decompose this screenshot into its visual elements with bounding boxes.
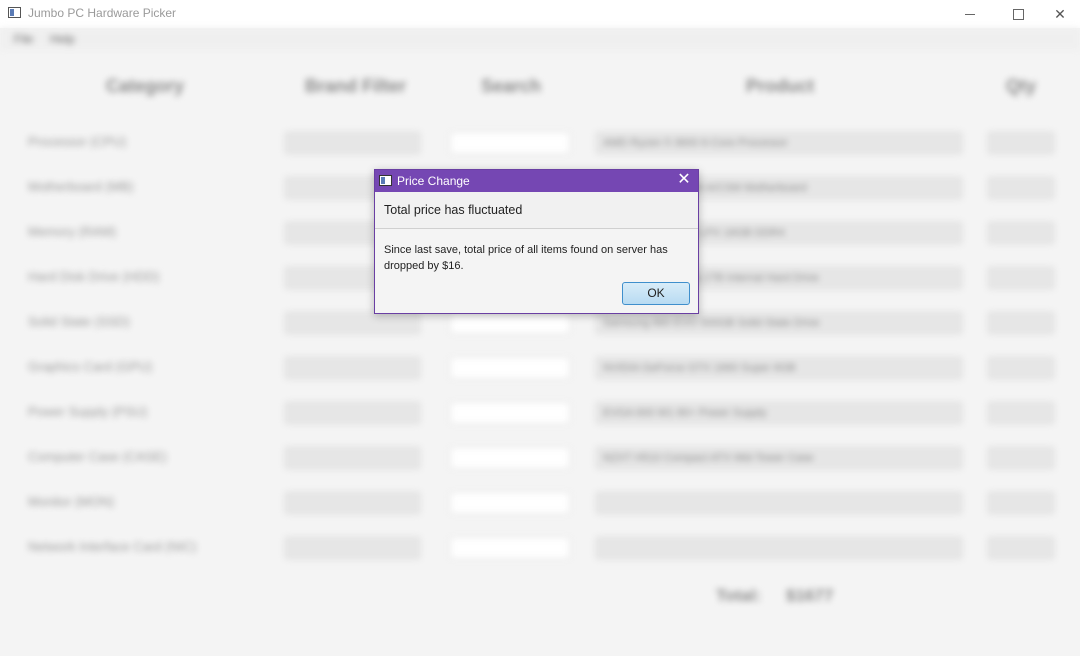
column-header-qty: Qty: [1006, 76, 1037, 96]
brand-filter-dropdown[interactable]: [285, 447, 420, 469]
column-header-category: Category: [106, 76, 185, 96]
brand-filter-dropdown[interactable]: [285, 357, 420, 379]
app-icon: [8, 7, 21, 18]
minimize-icon: [965, 13, 975, 15]
dialog-header-text: Total price has fluctuated: [384, 203, 523, 217]
product-dropdown[interactable]: AMD Ryzen 5 3600 6-Core Processor: [596, 132, 962, 154]
close-window-button[interactable]: ✕: [1038, 0, 1080, 28]
quantity-dropdown[interactable]: [988, 312, 1054, 334]
category-label: Power Supply (PSU): [28, 404, 148, 419]
minimize-button[interactable]: [948, 0, 992, 28]
window-title: Jumbo PC Hardware Picker: [28, 6, 177, 20]
search-input[interactable]: [450, 402, 570, 424]
menu-bar: File Help: [0, 28, 1080, 50]
component-row: Monitor (MON): [0, 488, 1080, 518]
product-dropdown[interactable]: [596, 537, 962, 559]
quantity-dropdown[interactable]: [988, 402, 1054, 424]
component-row: Power Supply (PSU) EVGA 600 W1 80+ Power …: [0, 398, 1080, 428]
total-label: Total:: [716, 586, 762, 605]
quantity-dropdown[interactable]: [988, 357, 1054, 379]
quantity-dropdown[interactable]: [988, 537, 1054, 559]
quantity-dropdown[interactable]: [988, 447, 1054, 469]
quantity-dropdown[interactable]: [988, 267, 1054, 289]
category-label: Monitor (MON): [28, 494, 114, 509]
brand-filter-dropdown[interactable]: [285, 132, 420, 154]
dialog-app-icon: [379, 175, 392, 186]
column-header-product: Product: [746, 76, 815, 96]
category-label: Processor (CPU): [28, 134, 127, 149]
search-input[interactable]: [450, 492, 570, 514]
ok-button[interactable]: OK: [622, 282, 690, 305]
brand-filter-dropdown[interactable]: [285, 492, 420, 514]
component-row: Computer Case (CASE) NZXT H510 Compact AT…: [0, 443, 1080, 473]
product-dropdown[interactable]: NZXT H510 Compact ATX Mid-Tower Case: [596, 447, 962, 469]
maximize-icon: [1012, 8, 1024, 20]
component-row: Processor (CPU) AMD Ryzen 5 3600 6-Core P…: [0, 128, 1080, 158]
product-dropdown[interactable]: EVGA 600 W1 80+ Power Supply: [596, 402, 962, 424]
product-dropdown[interactable]: [596, 492, 962, 514]
component-row: Graphics Card (GPU) NVIDIA GeForce GTX 16…: [0, 353, 1080, 383]
product-dropdown[interactable]: Samsung 860 EVO 500GB Solid State Drive: [596, 312, 962, 334]
price-change-dialog: Price Change ✕ Total price has fluctuate…: [374, 169, 699, 314]
dialog-message: Since last save, total price of all item…: [384, 244, 668, 272]
column-header-brand: Brand Filter: [305, 76, 407, 96]
component-row: Network Interface Card (NIC): [0, 533, 1080, 563]
category-label: Memory (RAM): [28, 224, 117, 239]
search-input[interactable]: [450, 447, 570, 469]
quantity-dropdown[interactable]: [988, 177, 1054, 199]
product-selected-text: AMD Ryzen 5 3600 6-Core Processor: [603, 137, 788, 149]
quantity-dropdown[interactable]: [988, 222, 1054, 244]
product-selected-text: NVIDIA GeForce GTX 1660 Super 6GB: [603, 362, 796, 374]
menu-help[interactable]: Help: [50, 32, 75, 46]
search-input[interactable]: [450, 132, 570, 154]
brand-filter-dropdown[interactable]: [285, 537, 420, 559]
dialog-header: Total price has fluctuated: [375, 192, 698, 229]
main-app-background: File Help Category Brand Filter Search P…: [0, 28, 1080, 656]
total-value: $1677: [786, 586, 834, 605]
category-label: Network Interface Card (NIC): [28, 539, 197, 554]
quantity-dropdown[interactable]: [988, 492, 1054, 514]
dialog-close-icon[interactable]: ✕: [676, 171, 692, 189]
product-dropdown[interactable]: NVIDIA GeForce GTX 1660 Super 6GB: [596, 357, 962, 379]
close-icon: ✕: [1054, 5, 1066, 22]
product-selected-text: EVGA 600 W1 80+ Power Supply: [603, 407, 767, 419]
category-label: Computer Case (CASE): [28, 449, 167, 464]
category-label: Solid State (SSD): [28, 314, 130, 329]
maximize-button[interactable]: [996, 0, 1040, 28]
window-titlebar: Jumbo PC Hardware Picker ✕: [0, 0, 1080, 28]
category-label: Graphics Card (GPU): [28, 359, 153, 374]
quantity-dropdown[interactable]: [988, 132, 1054, 154]
column-header-search: Search: [481, 76, 542, 96]
brand-filter-dropdown[interactable]: [285, 402, 420, 424]
product-selected-text: NZXT H510 Compact ATX Mid-Tower Case: [603, 452, 814, 464]
search-input[interactable]: [450, 537, 570, 559]
menu-file[interactable]: File: [14, 32, 33, 46]
search-input[interactable]: [450, 312, 570, 334]
brand-filter-dropdown[interactable]: [285, 312, 420, 334]
category-label: Motherboard (MB): [28, 179, 134, 194]
category-label: Hard Disk Drive (HDD): [28, 269, 160, 284]
dialog-titlebar: Price Change ✕: [375, 170, 698, 192]
dialog-title: Price Change: [397, 174, 470, 188]
search-input[interactable]: [450, 357, 570, 379]
product-selected-text: Samsung 860 EVO 500GB Solid State Drive: [603, 317, 820, 329]
